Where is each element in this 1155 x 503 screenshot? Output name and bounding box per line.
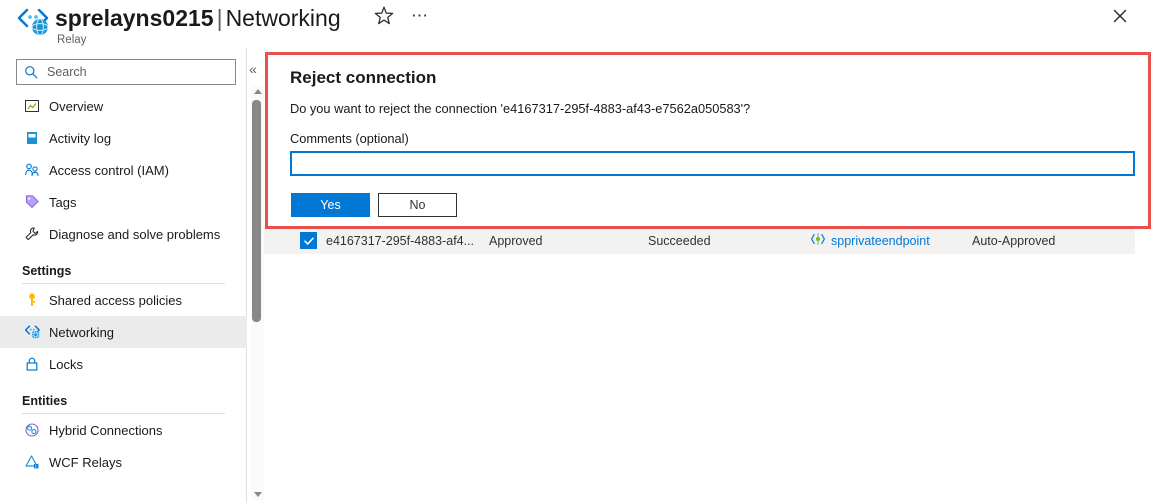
ellipsis-icon[interactable]: ⋯ bbox=[408, 4, 432, 28]
cell-description: Auto-Approved bbox=[972, 233, 1056, 248]
sidebar-scrollbar-thumb[interactable] bbox=[252, 100, 261, 322]
cell-provisioning-state: Succeeded bbox=[648, 233, 711, 248]
reject-connection-dialog: Reject connection Do you want to reject … bbox=[265, 52, 1151, 229]
star-icon[interactable] bbox=[372, 4, 396, 28]
yes-button[interactable]: Yes bbox=[291, 193, 370, 217]
row-checkbox[interactable] bbox=[300, 232, 317, 249]
cell-connection-state: Approved bbox=[489, 233, 543, 248]
sidebar-nav-list: Overview Activity log Access control (IA… bbox=[0, 90, 247, 478]
relay-icon bbox=[16, 6, 50, 38]
close-icon[interactable] bbox=[1108, 4, 1132, 28]
sidebar-item-wcf-relays[interactable]: WCF Relays bbox=[0, 446, 247, 478]
overview-icon bbox=[22, 97, 42, 115]
sidebar-item-label: Tags bbox=[49, 194, 77, 210]
sidebar-group-entities: Entities bbox=[0, 380, 247, 413]
blade-header: sprelayns0215 | Networking Relay ⋯ bbox=[0, 0, 1155, 48]
dialog-message: Do you want to reject the connection 'e4… bbox=[290, 101, 751, 116]
azure-portal-blade: sprelayns0215 | Networking Relay ⋯ Searc… bbox=[0, 0, 1155, 503]
sidebar-item-overview[interactable]: Overview bbox=[0, 90, 247, 122]
diagnose-icon bbox=[22, 225, 42, 243]
search-box[interactable] bbox=[16, 59, 236, 85]
page-title: sprelayns0215 | Networking Relay bbox=[55, 0, 341, 47]
sidebar-item-label: Shared access policies bbox=[49, 292, 182, 308]
sidebar-item-diagnose[interactable]: Diagnose and solve problems bbox=[0, 218, 247, 250]
comments-input[interactable] bbox=[290, 151, 1135, 176]
sidebar-item-networking[interactable]: Networking bbox=[0, 316, 247, 348]
sidebar-item-label: Hybrid Connections bbox=[49, 422, 163, 438]
table-row[interactable]: e4167317-295f-4883-af4... Approved Succe… bbox=[264, 227, 1135, 254]
resource-name: sprelayns0215 bbox=[55, 5, 214, 31]
dialog-title: Reject connection bbox=[290, 68, 437, 87]
hybrid-connections-icon bbox=[22, 421, 42, 439]
access-control-icon bbox=[22, 161, 42, 179]
sidebar-item-access-control[interactable]: Access control (IAM) bbox=[0, 154, 247, 186]
sidebar-group-label: Entities bbox=[22, 394, 68, 408]
scroll-up-arrow-icon[interactable] bbox=[254, 89, 262, 94]
search-input[interactable] bbox=[45, 60, 233, 84]
activity-log-icon bbox=[22, 129, 42, 147]
sidebar-item-tags[interactable]: Tags bbox=[0, 186, 247, 218]
sidebar-item-label: WCF Relays bbox=[49, 454, 122, 470]
sidebar-group-settings: Settings bbox=[0, 250, 247, 283]
sidebar-group-label: Settings bbox=[22, 264, 72, 278]
sidebar-item-shared-access-policies[interactable]: Shared access policies bbox=[0, 284, 247, 316]
search-row bbox=[0, 56, 247, 90]
title-separator: | bbox=[216, 5, 223, 31]
tags-icon bbox=[22, 193, 42, 211]
sidebar-item-label: Diagnose and solve problems bbox=[49, 226, 221, 242]
sidebar-item-hybrid-connections[interactable]: Hybrid Connections bbox=[0, 414, 247, 446]
chevron-double-left-icon[interactable]: « bbox=[244, 60, 262, 78]
key-icon bbox=[22, 291, 42, 309]
sidebar-item-label: Networking bbox=[49, 324, 115, 340]
sidebar-item-activity-log[interactable]: Activity log bbox=[0, 122, 247, 154]
private-endpoint-icon bbox=[809, 230, 827, 248]
networking-icon bbox=[22, 323, 42, 341]
sidebar-item-locks[interactable]: Locks bbox=[0, 348, 247, 380]
scroll-down-arrow-icon[interactable] bbox=[254, 492, 262, 497]
sidebar-item-label: Access control (IAM) bbox=[49, 162, 169, 178]
cell-connection-name[interactable]: e4167317-295f-4883-af4... bbox=[326, 234, 474, 248]
lock-icon bbox=[22, 355, 42, 373]
sidebar-item-label: Overview bbox=[49, 98, 104, 114]
blade-name: Networking bbox=[225, 5, 341, 31]
search-icon bbox=[24, 65, 38, 84]
comments-label: Comments (optional) bbox=[290, 131, 409, 146]
sidebar-item-label: Locks bbox=[49, 356, 83, 372]
no-button[interactable]: No bbox=[378, 193, 457, 217]
wcf-relays-icon bbox=[22, 453, 42, 471]
blade-sidebar: « Overview Activ bbox=[0, 48, 257, 503]
sidebar-item-label: Activity log bbox=[49, 130, 112, 146]
checkmark-icon bbox=[303, 237, 314, 245]
resource-type-subtitle: Relay bbox=[57, 34, 87, 46]
cell-private-endpoint-link[interactable]: spprivateendpoint bbox=[831, 234, 930, 248]
